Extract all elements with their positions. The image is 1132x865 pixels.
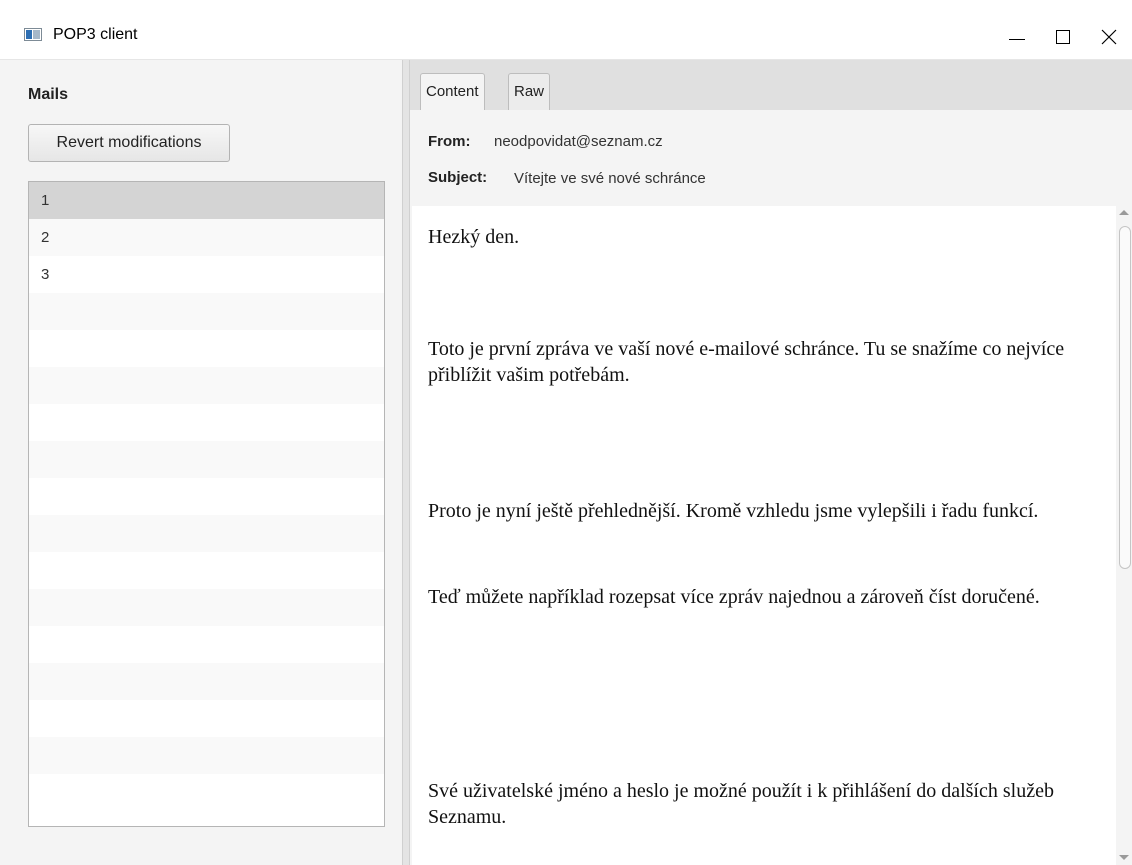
empty-list-row [29, 774, 384, 811]
close-button[interactable] [1086, 14, 1132, 60]
message-paragraph: Toto je první zpráva ve vaší nové e-mail… [428, 338, 1065, 386]
empty-list-row [29, 441, 384, 478]
from-label: From: [428, 133, 471, 150]
empty-list-row [29, 700, 384, 737]
app-window-icon [24, 28, 42, 41]
maximize-icon [1056, 30, 1070, 44]
subject-value: Vítejte ve své nové schránce [514, 170, 706, 187]
minimize-icon [1009, 38, 1025, 40]
empty-list-row [29, 663, 384, 700]
message-paragraph: Proto je nyní ještě přehlednější. Kromě … [428, 500, 1039, 522]
empty-list-row [29, 293, 384, 330]
mail-list[interactable]: 123 [28, 181, 385, 827]
empty-list-row [29, 478, 384, 515]
mail-list-item[interactable]: 2 [29, 219, 384, 256]
mail-list-item[interactable]: 3 [29, 256, 384, 293]
close-icon [1101, 29, 1117, 45]
maximize-button[interactable] [1040, 14, 1086, 60]
tab-raw[interactable]: Raw [508, 73, 551, 110]
tab-content[interactable]: Content [420, 73, 485, 110]
scroll-down-icon[interactable] [1119, 855, 1129, 860]
mail-list-item[interactable]: 1 [29, 182, 384, 219]
message-paragraph: Své uživatelské jméno a heslo je možné p… [428, 780, 1054, 828]
subject-label: Subject: [428, 169, 488, 186]
mails-heading: Mails [28, 86, 69, 103]
title-bar: POP3 client [0, 0, 1132, 60]
empty-list-row [29, 737, 384, 774]
scrollbar-thumb[interactable] [1119, 226, 1131, 569]
empty-list-row [29, 552, 384, 589]
message-paragraph: Teď můžete například rozepsat více zpráv… [428, 586, 1040, 608]
empty-list-row [29, 515, 384, 552]
empty-list-row [29, 330, 384, 367]
minimize-button[interactable] [994, 14, 1040, 60]
revert-modifications-button[interactable]: Revert modifications [28, 124, 230, 162]
scroll-up-icon[interactable] [1119, 210, 1129, 215]
message-body[interactable]: Hezký den. Toto je první zpráva ve vaší … [412, 206, 1116, 865]
window-title: POP3 client [53, 26, 138, 43]
empty-list-row [29, 589, 384, 626]
empty-list-row [29, 404, 384, 441]
empty-list-row [29, 626, 384, 663]
split-pane-divider[interactable] [402, 60, 410, 865]
message-paragraph: Hezký den. [428, 226, 520, 248]
from-value: neodpovidat@seznam.cz [494, 133, 663, 150]
empty-list-row [29, 367, 384, 404]
